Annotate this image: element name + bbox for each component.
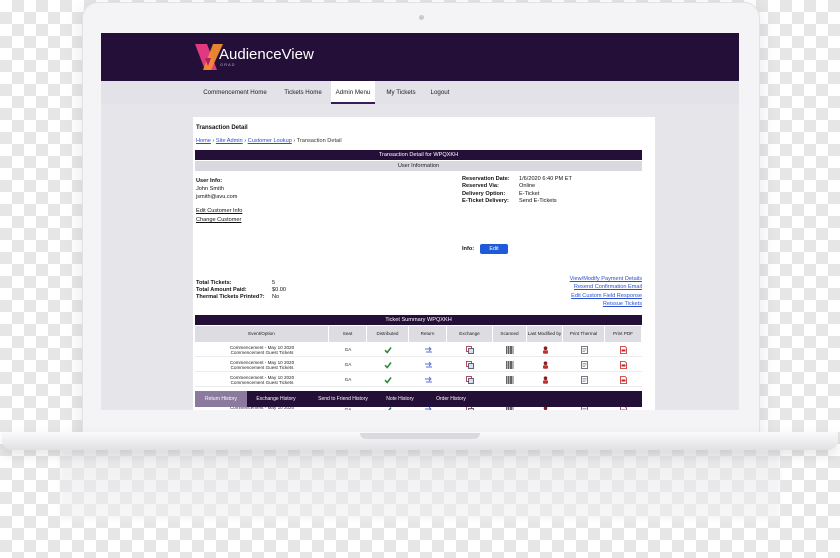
barcode-icon [493,372,527,387]
column-header: Return [409,326,447,342]
nav-commencement-home[interactable]: Commencement Home [198,81,272,104]
option-name: Commencement Guest Tickets [230,349,294,355]
content-panel: Transaction Detail Home › Site Admin › C… [193,117,655,410]
brand-sub: GRAD [220,62,236,67]
brand-name: AudienceView [219,46,314,63]
eticket-delivery-value: Send E-Tickets [519,198,557,204]
column-header: Exchange [447,326,493,342]
return-icon[interactable] [409,342,447,357]
reservation-date-value: 1/6/2020 6:40 PM ET [519,176,572,182]
delivery-option-value: E-Ticket [519,191,540,197]
eticket-delivery-label: E-Ticket Delivery: [462,198,509,204]
ticket-summary: Ticket Summary WPQXKH Event/Option Seat Di… [193,231,655,410]
column-header: Scanned [493,326,527,342]
site-header: AudienceView GRAD [101,33,739,81]
tab-order-history[interactable]: Order History [431,391,471,407]
print-thermal-icon[interactable] [563,342,605,357]
option-name: Commencement Guest Tickets [230,364,294,370]
tab-exchange-history[interactable]: Exchange History [251,391,301,407]
webcam [419,15,424,20]
column-header: Event/Option [195,326,329,342]
delivery-option-label: Delivery Option: [462,191,506,197]
seat-cell: GA [344,377,352,382]
breadcrumb-sep: › [212,138,215,144]
edit-customer-info-link[interactable]: Edit Customer Info [196,208,242,214]
return-icon[interactable] [409,357,447,372]
exchange-icon[interactable] [447,342,493,357]
column-header: Distributed [367,326,409,342]
check-icon [367,342,409,357]
column-header: Seat [329,326,367,342]
user-email: jsmith@avu.com [196,194,238,200]
event-name: Commencement - May 10 2020 [229,374,295,380]
transaction-header: Transaction Detail for WPQXKH [195,150,642,160]
reserved-via-value: Online [519,183,536,189]
breadcrumb: Home › Site Admin › Customer Lookup › Tr… [196,138,342,144]
nav-tickets-home[interactable]: Tickets Home [279,81,327,104]
main-nav: Commencement Home Tickets Home Admin Men… [101,81,739,104]
check-icon [367,372,409,387]
user-icon[interactable] [527,372,563,387]
event-name: Commencement - May 10 2020 [229,359,295,365]
pdf-icon[interactable] [605,372,642,387]
exchange-icon[interactable] [447,372,493,387]
tab-return-history[interactable]: Return History [195,391,247,407]
barcode-icon [493,357,527,372]
event-option-cell: Commencement - May 10 2020Commencement G… [195,357,329,372]
print-thermal-icon[interactable] [563,357,605,372]
nav-my-tickets[interactable]: My Tickets [381,81,421,104]
nav-admin-menu[interactable]: Admin Menu [331,81,375,104]
table-row: Commencement - May 10 2020Commencement G… [195,342,642,357]
laptop-shadow [60,450,780,520]
column-header: Print Thermal [563,326,605,342]
page-title: Transaction Detail [196,125,248,131]
user-icon[interactable] [527,342,563,357]
event-option-cell: Commencement - May 10 2020Commencement G… [195,342,329,357]
reserved-via-label: Reserved Via: [462,183,499,189]
change-customer-link[interactable]: Change Customer [196,217,241,223]
user-info-header: User Information [195,161,642,171]
ticket-summary-header: Ticket Summary WPQXKH [195,315,642,325]
exchange-icon[interactable] [447,357,493,372]
return-icon[interactable] [409,372,447,387]
breadcrumb-current: Transaction Detail [296,138,342,144]
screen: AudienceView GRAD Commencement Home Tick… [101,33,739,410]
column-header: Last Modified by [527,326,563,342]
check-icon [367,357,409,372]
laptop-notch [360,433,480,439]
breadcrumb-site-admin[interactable]: Site Admin [216,138,243,144]
seat-cell: GA [344,362,352,367]
pdf-icon[interactable] [605,342,642,357]
event-name: Commencement - May 10 2020 [229,344,295,350]
user-icon[interactable] [527,357,563,372]
tab-note-history[interactable]: Note History [381,391,419,407]
user-name: John Smith [196,186,224,192]
option-name: Commencement Guest Tickets [230,379,294,385]
barcode-icon [493,342,527,357]
table-row: Commencement - May 10 2020Commencement G… [195,357,642,372]
table-row: Commencement - May 10 2020Commencement G… [195,372,642,387]
event-option-cell: Commencement - May 10 2020Commencement G… [195,372,329,387]
breadcrumb-customer-lookup[interactable]: Customer Lookup [248,138,292,144]
column-header: Print PDF [605,326,642,342]
history-tabs: Return History Exchange History Send to … [195,391,642,407]
pdf-icon[interactable] [605,357,642,372]
breadcrumb-sep: › [293,138,296,144]
reservation-date-label: Reservation Date: [462,176,510,182]
nav-logout[interactable]: Logout [427,81,453,104]
breadcrumb-sep: › [244,138,247,144]
tab-send-to-friend-history[interactable]: Send to Friend History [313,391,373,407]
user-info-label: User Info: [196,178,223,184]
print-thermal-icon[interactable] [563,372,605,387]
seat-cell: GA [344,347,352,352]
breadcrumb-home[interactable]: Home [196,138,211,144]
option-name: Commencement Guest Tickets [230,410,294,411]
